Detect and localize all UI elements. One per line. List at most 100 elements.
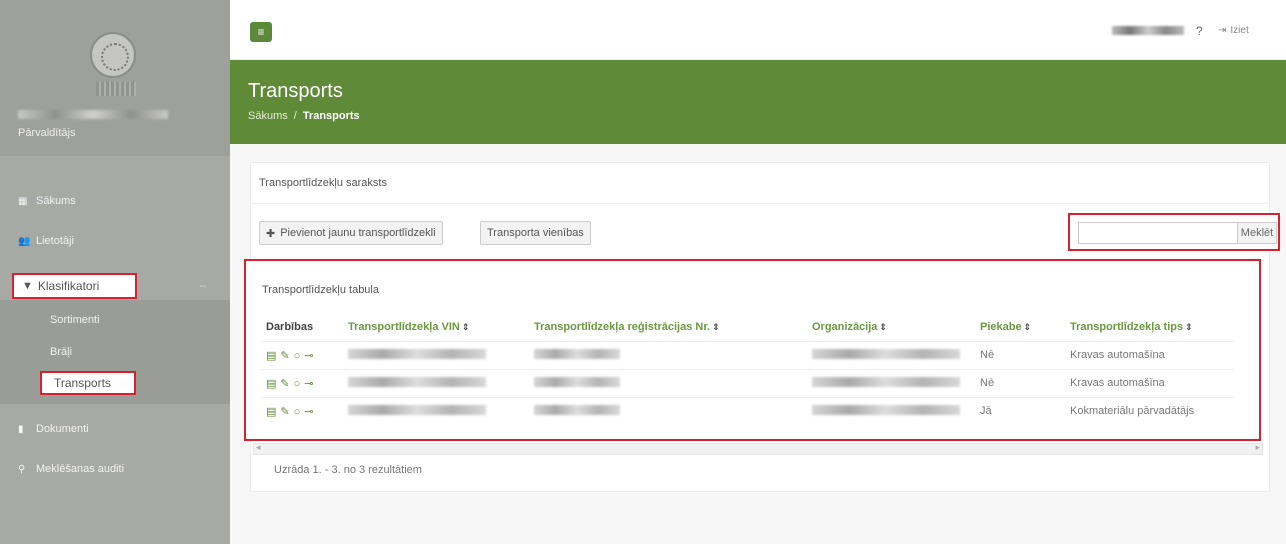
sidebar-subitem-brothers[interactable]: Brāļi [50,342,72,362]
transport-units-button[interactable]: Transporta vienības [480,221,591,245]
organization-cell-redacted [806,368,974,397]
column-label: Darbības [266,320,314,333]
dashboard-icon: ▦ [18,195,28,207]
edit-icon[interactable]: ✎ [280,406,290,418]
table-header-row: Darbības Transportlīdzekļa VIN ⇕ Transpor… [260,313,1234,341]
sidebar-item-home[interactable]: ▦ Sākums [18,190,76,212]
search-button[interactable]: Meklēt [1237,222,1277,244]
sidebar-item-classifiers[interactable]: ▼ Klasifikatori [12,273,137,299]
vehicle-type-cell: Kokmateriālu pārvadātājs [1064,396,1234,425]
logo-caption [96,82,136,96]
key-icon[interactable]: ⊸ [304,378,314,390]
column-header-trailer[interactable]: Piekabe ⇕ [974,313,1064,341]
sidebar-item-label: Meklēšanas auditi [36,463,125,475]
horizontal-scrollbar[interactable]: ◂ ▸ [253,442,1263,455]
key-icon[interactable]: ⊸ [304,406,314,418]
sidebar-subitem-label: Brāļi [50,346,73,358]
vin-cell-redacted [342,368,528,397]
search-input[interactable] [1078,222,1238,244]
file-icon: ▮ [18,423,24,435]
circle-icon[interactable]: ○ [294,350,302,362]
sidebar: Pārvaldītājs ▦ Sākums 👥 Lietotāji ▼ Klas… [0,0,230,544]
edit-icon[interactable]: ✎ [280,350,290,362]
view-icon[interactable]: ▤ [266,350,277,362]
search-box: Meklēt [1068,213,1280,251]
add-vehicle-button[interactable]: ✚ Pievienot jaunu transportlīdzekli [259,221,443,245]
menu-icon: ≡ [257,25,265,39]
column-label: Transportlīdzekļa VIN [348,320,460,333]
table-row: ▤ ✎ ○ ⊸ Nē Kravas automašīna [260,368,1234,397]
circle-icon[interactable]: ○ [294,406,302,418]
main-content: Transportlīdzekļu saraksts ✚ Pievienot j… [230,144,1286,544]
breadcrumb-current: Transports [302,110,360,122]
sidebar-item-search-audits[interactable]: ⚲ Meklēšanas auditi [18,458,124,480]
help-icon[interactable]: ? [1196,24,1203,38]
search-icon: ⚲ [18,463,26,475]
sidebar-item-label: Dokumenti [36,423,89,435]
menu-toggle-button[interactable]: ≡ [250,22,272,42]
page-title: Transports [248,80,343,102]
registration-cell-redacted [528,340,806,369]
divider [251,203,1271,204]
sort-icon: ⇕ [461,321,470,332]
logout-link[interactable]: ⇥ Iziet [1218,25,1249,36]
edit-icon[interactable]: ✎ [280,378,290,390]
table-title: Transportlīdzekļu tabula [262,284,379,296]
registration-cell-redacted [528,368,806,397]
organization-cell-redacted [806,340,974,369]
organization-cell-redacted [806,396,974,425]
logo [90,32,136,78]
breadcrumb: Sākums / Transports [248,110,360,122]
column-header-vehicle-type[interactable]: Transportlīdzekļa tips ⇕ [1064,313,1234,341]
sort-icon: ⇕ [1185,321,1193,332]
circle-icon[interactable]: ○ [294,378,302,390]
column-label: Piekabe [980,320,1022,333]
vehicle-type-cell: Kravas automašīna [1064,368,1234,397]
view-icon[interactable]: ▤ [266,406,277,418]
column-label: Organizācija [812,320,878,333]
breadcrumb-home[interactable]: Sākums [248,110,288,122]
view-icon[interactable]: ▤ [266,378,277,390]
vin-cell-redacted [342,340,528,369]
sidebar-subitem-assortments[interactable]: Sortimenti [50,310,100,330]
vin-cell-redacted [342,396,528,425]
sort-icon: ⇕ [712,321,720,332]
card-title: Transportlīdzekļu saraksts [259,177,387,189]
scroll-left-icon[interactable]: ◂ [256,442,261,453]
sidebar-item-documents[interactable]: ▮ Dokumenti [18,418,89,440]
users-icon: 👥 [18,235,31,247]
sidebar-item-label: Lietotāji [36,235,74,247]
add-vehicle-label: Pievienot jaunu transportlīdzekli [280,227,436,239]
key-icon[interactable]: ⊸ [304,350,314,362]
row-actions: ▤ ✎ ○ ⊸ [260,340,342,369]
sidebar-subitem-label: Transports [54,376,111,390]
sidebar-item-label: Klasifikatori [37,279,100,293]
column-header-actions: Darbības [260,313,342,341]
transport-units-label: Transporta vienības [487,227,584,239]
collapse-caret-icon[interactable]: – [200,280,206,292]
column-label: Transportlīdzekļa tips [1070,320,1184,333]
vehicle-table-panel: Transportlīdzekļu tabula Darbības Transp… [244,259,1261,441]
sidebar-item-label: Sākums [36,195,76,207]
vehicle-table: Darbības Transportlīdzekļa VIN ⇕ Transpor… [260,313,1234,425]
logout-icon: ⇥ [1218,25,1227,36]
sidebar-brand: Pārvaldītājs [0,0,230,156]
user-role: Pārvaldītājs [18,127,76,139]
sidebar-subitem-transports[interactable]: Transports [40,371,136,395]
username-redacted[interactable] [1112,26,1184,35]
column-header-registration[interactable]: Transportlīdzekļa reģistrācijas Nr. ⇕ [528,313,806,341]
column-label: Transportlīdzekļa reģistrācijas Nr. [534,320,711,333]
column-header-organization[interactable]: Organizācija ⇕ [806,313,974,341]
breadcrumb-separator: / [293,110,297,122]
plus-icon: ✚ [266,227,276,240]
sidebar-item-users[interactable]: 👥 Lietotāji [18,230,74,252]
top-bar: ≡ ? ⇥ Iziet [230,0,1286,60]
trailer-cell: Nē [974,368,1064,397]
scroll-right-icon[interactable]: ▸ [1255,442,1260,453]
table-row: ▤ ✎ ○ ⊸ Nē Kravas automašīna [260,340,1234,369]
sidebar-subitem-label: Sortimenti [50,314,100,326]
filter-icon: ▼ [22,280,33,292]
results-summary: Uzrāda 1. - 3. no 3 rezultātiem [274,464,422,476]
sort-icon: ⇕ [879,321,887,332]
column-header-vin[interactable]: Transportlīdzekļa VIN ⇕ [342,313,528,341]
